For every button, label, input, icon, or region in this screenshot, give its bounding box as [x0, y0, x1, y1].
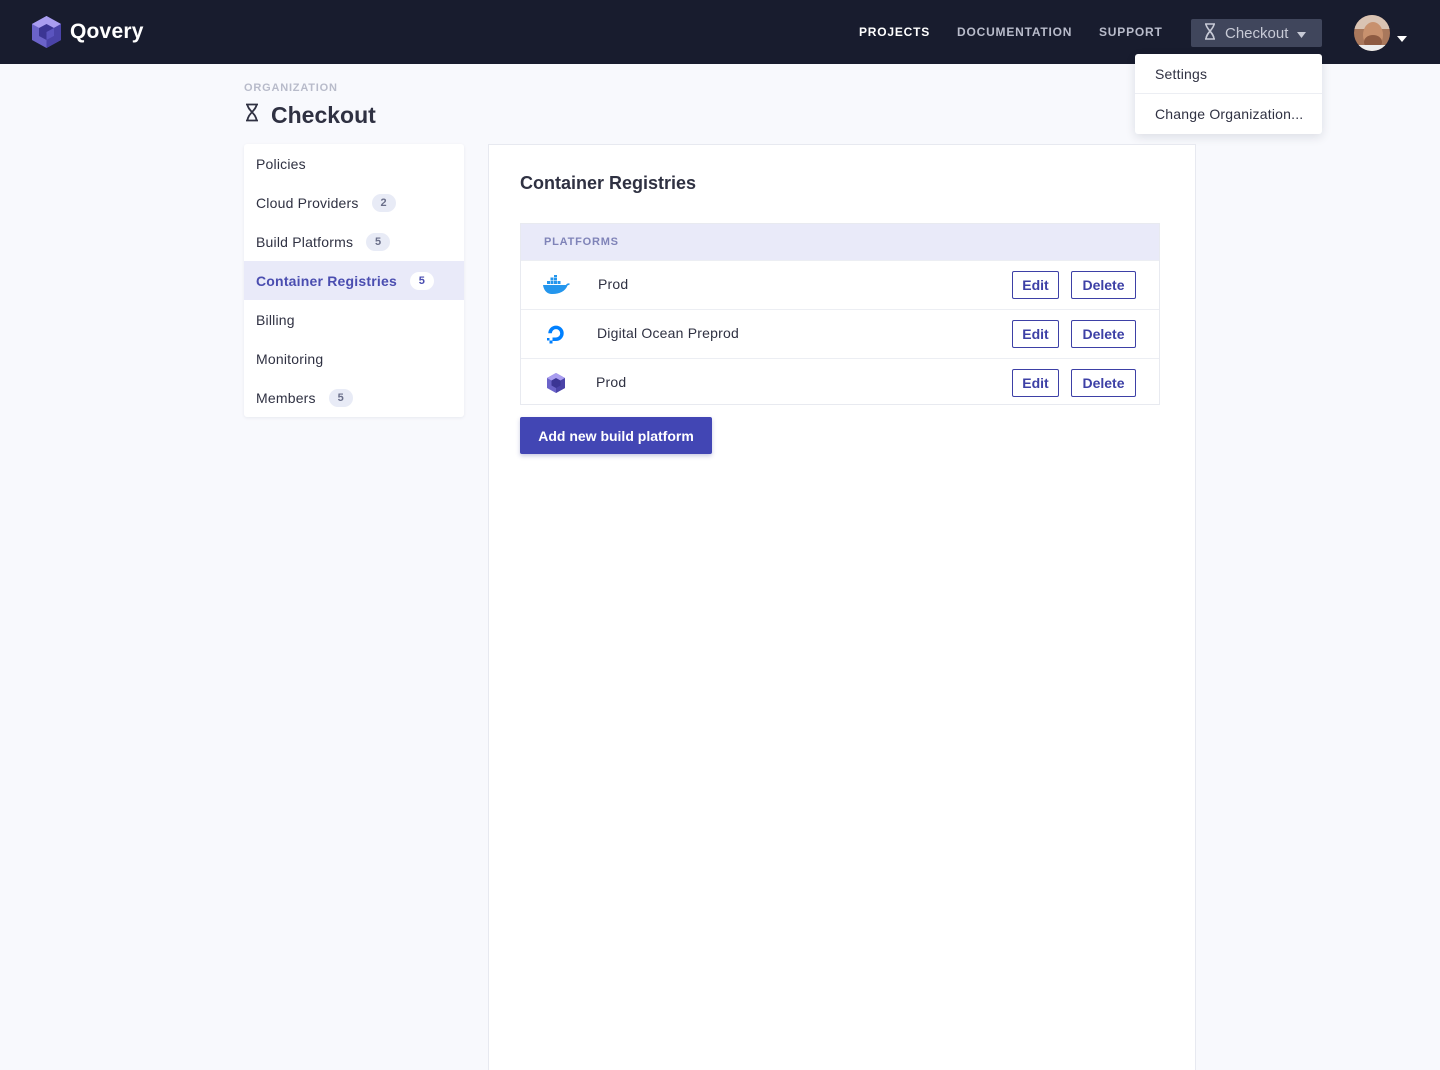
sidebar-item-members[interactable]: Members 5: [244, 378, 464, 417]
delete-button[interactable]: Delete: [1071, 369, 1136, 397]
hourglass-icon: [244, 103, 260, 127]
sidebar-item-label: Policies: [256, 155, 306, 172]
digitalocean-icon: [542, 322, 570, 346]
main-card: Container Registries PLATFORMS Prod Edit…: [488, 144, 1196, 1070]
caret-down-icon: [1297, 25, 1307, 42]
registry-name: Digital Ocean Preprod: [597, 325, 739, 341]
docker-icon: [542, 273, 570, 297]
sidebar-item-billing[interactable]: Billing: [244, 300, 464, 339]
delete-button[interactable]: Delete: [1071, 320, 1136, 348]
count-badge: 5: [328, 388, 353, 407]
add-build-platform-button[interactable]: Add new build platform: [520, 417, 712, 454]
nav-projects[interactable]: PROJECTS: [859, 25, 930, 39]
nav-support[interactable]: SUPPORT: [1099, 25, 1163, 39]
qovery-icon: [542, 371, 570, 395]
sidebar-item-label: Monitoring: [256, 350, 324, 367]
brand-name: Qovery: [70, 20, 144, 43]
sidebar-item-monitoring[interactable]: Monitoring: [244, 339, 464, 378]
count-badge: 5: [409, 271, 434, 290]
menu-item-settings[interactable]: Settings: [1135, 54, 1322, 94]
sidebar-item-label: Cloud Providers: [256, 194, 359, 211]
sidebar-item-container-registries[interactable]: Container Registries 5: [244, 261, 464, 300]
table-row: Digital Ocean Preprod Edit Delete: [521, 309, 1159, 358]
settings-sidebar: Policies Cloud Providers 2 Build Platfor…: [244, 144, 464, 417]
page-title: Checkout: [244, 100, 376, 130]
count-badge: 2: [371, 193, 396, 212]
registry-name: Prod: [598, 276, 629, 292]
section-title: Container Registries: [520, 173, 697, 193]
avatar[interactable]: [1354, 15, 1390, 51]
org-dropdown-menu: Settings Change Organization...: [1135, 54, 1322, 134]
edit-button[interactable]: Edit: [1012, 320, 1059, 348]
hourglass-icon: [1203, 22, 1217, 44]
sidebar-item-label: Billing: [256, 311, 295, 328]
table-row: Prod Edit Delete: [521, 260, 1159, 309]
org-switcher[interactable]: Checkout: [1191, 19, 1322, 47]
org-switcher-label: Checkout: [1225, 24, 1289, 42]
registry-name: Prod: [596, 374, 627, 390]
qovery-logo-icon: [31, 15, 62, 49]
sidebar-item-label: Build Platforms: [256, 233, 354, 250]
sidebar-item-build-platforms[interactable]: Build Platforms 5: [244, 222, 464, 261]
platforms-table: PLATFORMS Prod Edit Delete Digital Ocean…: [520, 223, 1160, 405]
sidebar-item-label: Container Registries: [256, 272, 397, 289]
table-row: Prod Edit Delete: [521, 358, 1159, 407]
page-title-text: Checkout: [271, 101, 376, 128]
table-header-label: PLATFORMS: [544, 236, 619, 248]
nav-documentation[interactable]: DOCUMENTATION: [957, 25, 1072, 39]
count-badge: 5: [366, 232, 391, 251]
brand-logo[interactable]: Qovery: [31, 15, 144, 49]
table-header: PLATFORMS: [521, 224, 1159, 260]
org-caption: ORGANIZATION: [244, 82, 338, 94]
menu-item-change-organization[interactable]: Change Organization...: [1135, 94, 1322, 134]
delete-button[interactable]: Delete: [1071, 271, 1136, 299]
sidebar-item-label: Members: [256, 389, 316, 406]
avatar-caret-down-icon[interactable]: [1397, 29, 1407, 47]
sidebar-item-policies[interactable]: Policies: [244, 144, 464, 183]
sidebar-item-cloud-providers[interactable]: Cloud Providers 2: [244, 183, 464, 222]
edit-button[interactable]: Edit: [1012, 369, 1059, 397]
edit-button[interactable]: Edit: [1012, 271, 1059, 299]
